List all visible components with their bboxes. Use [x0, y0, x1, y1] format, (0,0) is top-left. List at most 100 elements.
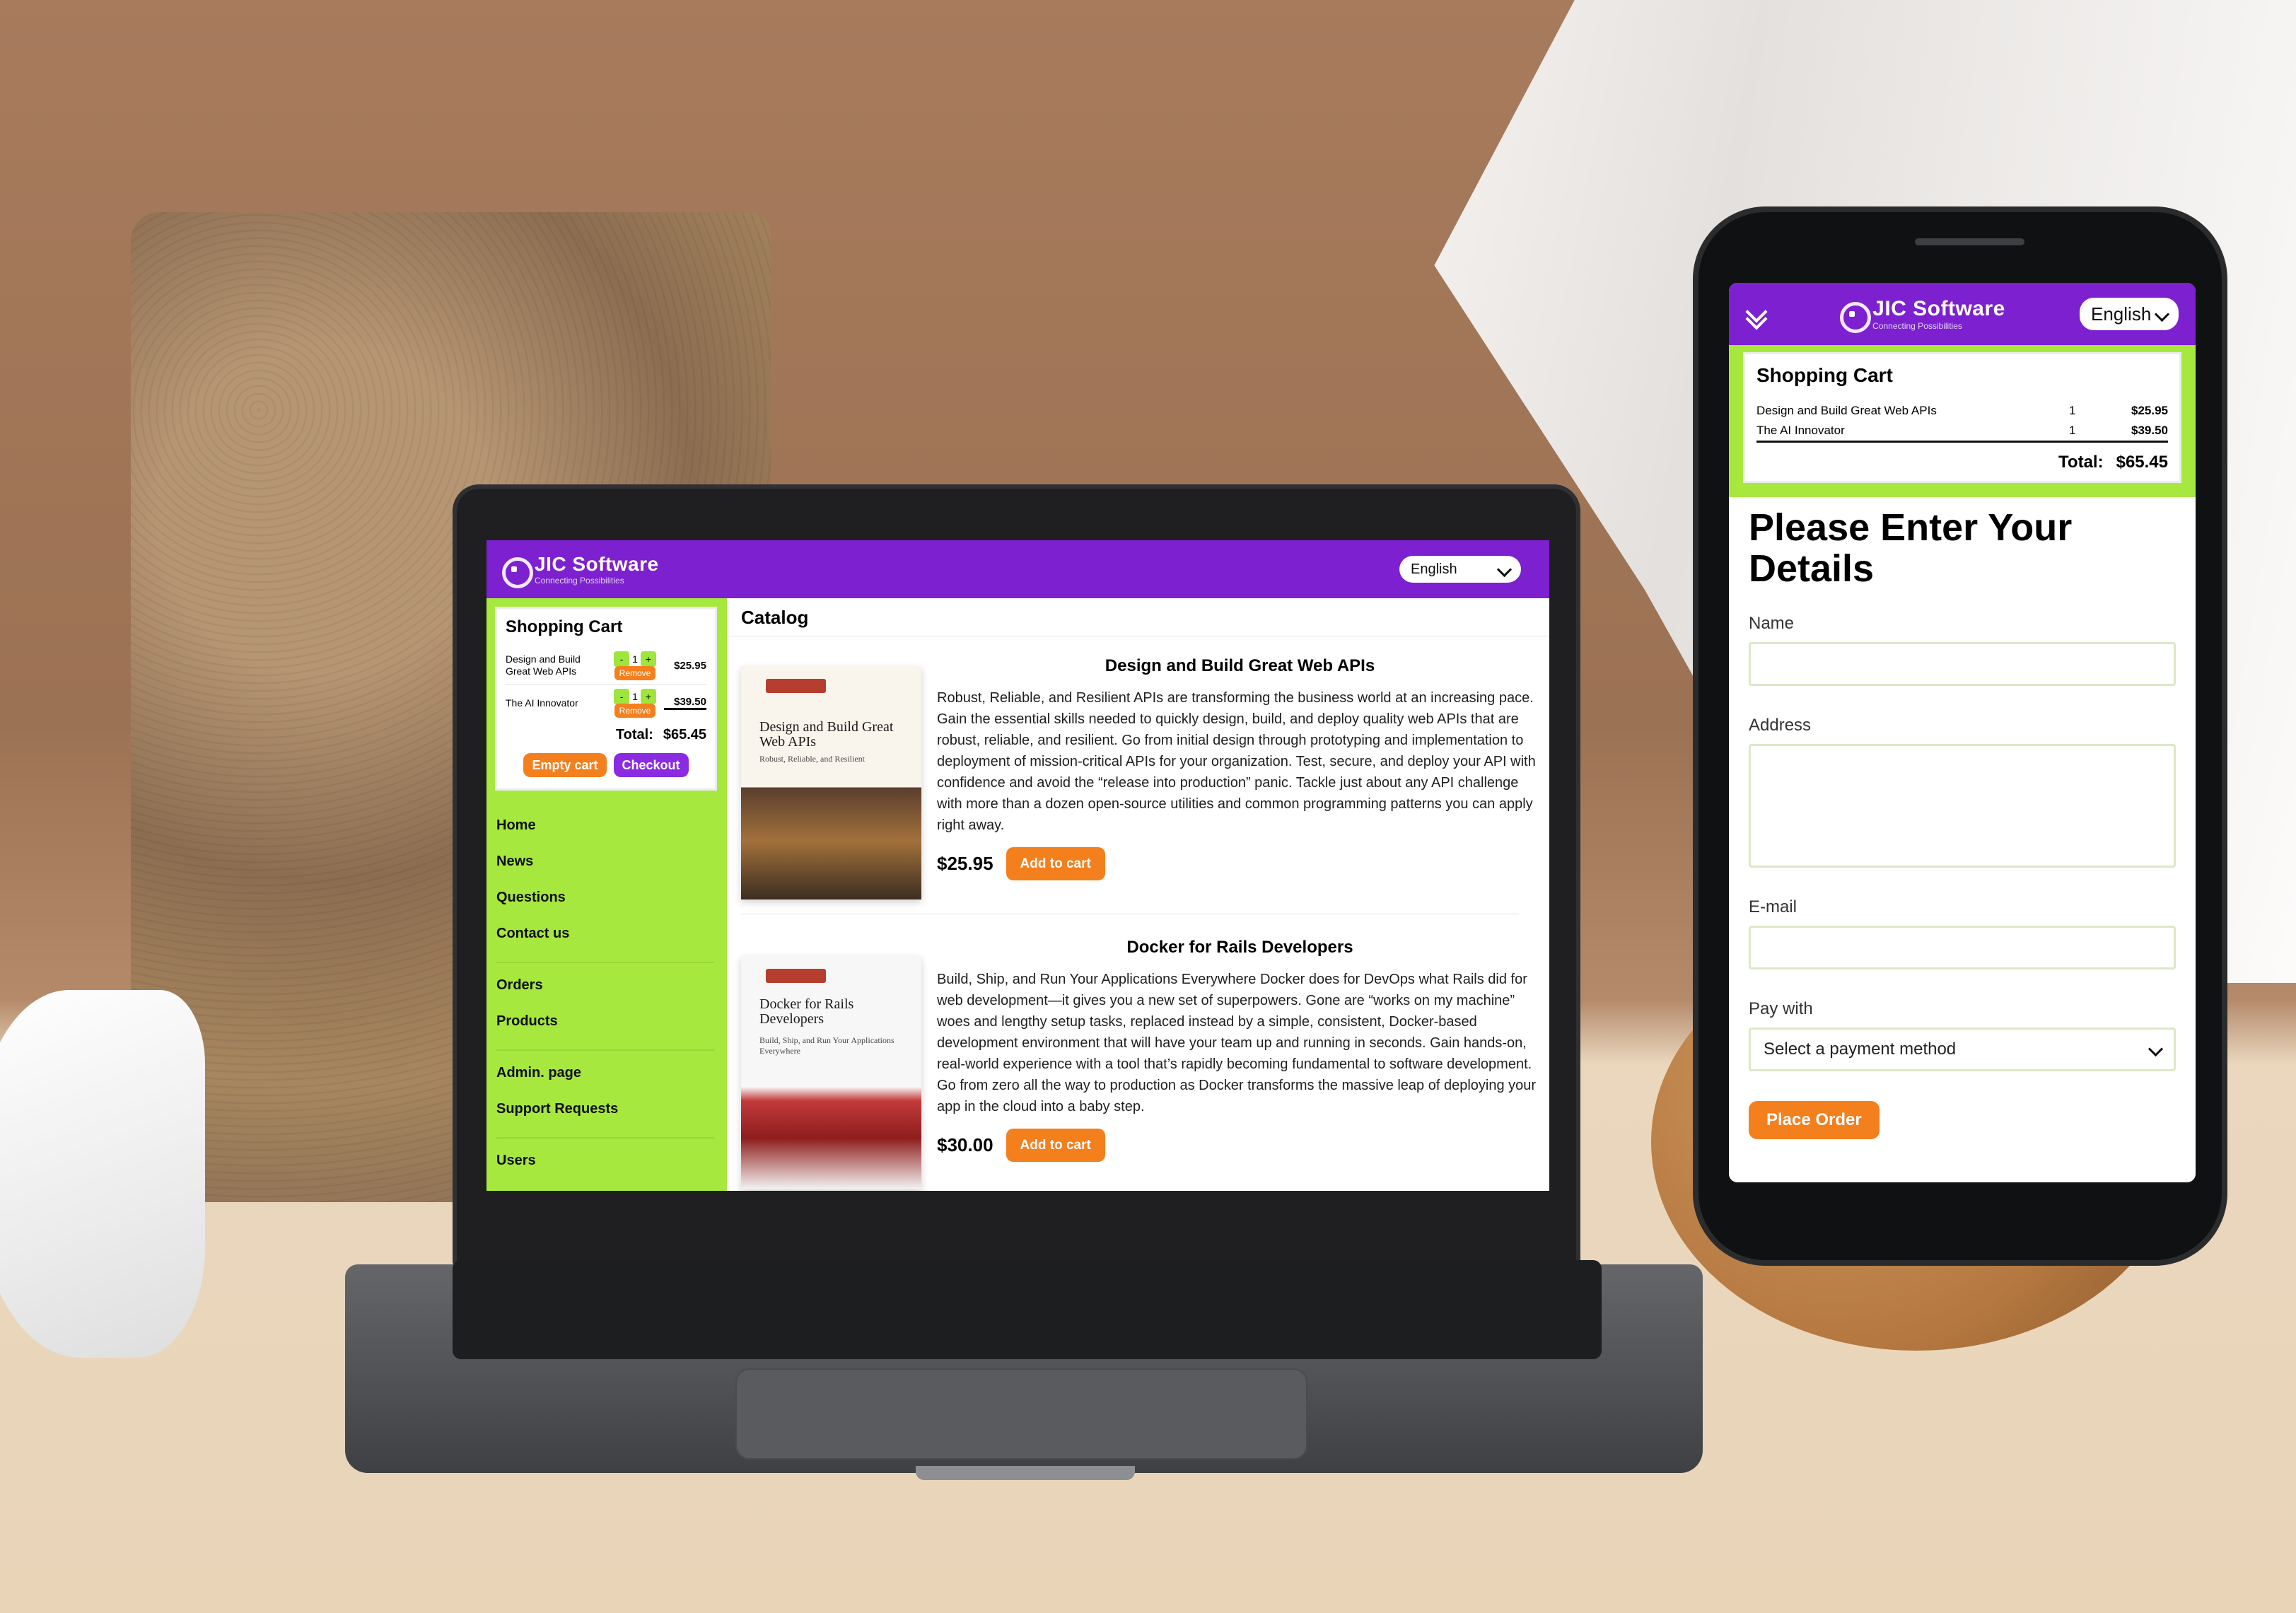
book-description: Build, Ship, and Run Your Applications E… [937, 972, 1537, 1114]
cart-quantity-controls: - 1 + Remove [608, 651, 662, 680]
sidebar-link-admin[interactable]: Admin. page [496, 1065, 727, 1081]
add-to-cart-button[interactable]: Add to cart [1006, 1129, 1105, 1162]
phone-screen: JIC Software Connecting Possibilities En… [1729, 283, 2196, 1182]
cart-item-price: $25.95 [674, 659, 706, 672]
phone-speaker [1915, 238, 2024, 245]
sidebar-link-news[interactable]: News [496, 854, 727, 870]
laptop-logo[interactable]: JIC Software Connecting Possibilities [502, 553, 659, 588]
cart-item-quantity: 1 [2069, 404, 2076, 417]
email-field[interactable] [1749, 925, 2176, 969]
checkout-title: Please Enter Your Details [1749, 506, 2073, 590]
laptop-web-app: JIC Software Connecting Possibilities En… [486, 540, 1549, 1191]
phone-topbar: JIC Software Connecting Possibilities En… [1729, 283, 2196, 345]
chevron-down-icon [2148, 1042, 2164, 1057]
sidebar-divider [496, 1049, 714, 1051]
chevron-down-icon [1496, 561, 1513, 577]
cart-title: Shopping Cart [506, 617, 623, 636]
shopping-cart: Shopping Cart Design and Build Great Web… [1743, 352, 2181, 483]
cart-item-quantity: 1 [632, 653, 638, 665]
laptop-screen: JIC Software Connecting Possibilities En… [486, 540, 1549, 1191]
cart-total-value: $65.45 [663, 727, 706, 743]
brand-tagline: Connecting Possibilities [535, 576, 624, 586]
decrease-quantity-button[interactable]: - [614, 689, 630, 704]
catalog-panel: Catalog Design and Build Great Web APIs … [727, 598, 1549, 1191]
cart-item-row: The AI Innovator - 1 + Remove $39.50 [506, 685, 706, 721]
increase-quantity-button[interactable]: + [640, 689, 656, 704]
sidebar-link-products[interactable]: Products [496, 1013, 727, 1030]
cart-total-label: Total: [615, 727, 653, 743]
cart-item-quantity: 1 [2069, 424, 2076, 437]
cart-item-price: $25.95 [2131, 404, 2168, 417]
sidebar-link-orders[interactable]: Orders [496, 977, 727, 994]
address-field[interactable] [1749, 743, 2176, 868]
sidebar-link-support[interactable]: Support Requests [496, 1101, 727, 1117]
name-label: Name [1749, 613, 1795, 633]
sidebar-divider [496, 962, 714, 963]
sidebar-link-contact[interactable]: Contact us [496, 926, 727, 942]
catalog-title: Catalog [727, 598, 1549, 636]
cart-item-price: $39.50 [2131, 424, 2168, 437]
cart-item-price: $39.50 [664, 696, 706, 710]
book-title: Docker for Rails Developers [1126, 938, 1353, 957]
decorative-cloth [0, 990, 205, 1358]
logo-icon [502, 557, 533, 588]
payment-label: Pay with [1749, 998, 1813, 1018]
checkout-button[interactable]: Checkout [613, 753, 689, 777]
cart-total: Total: $65.45 [506, 727, 706, 743]
book-purchase-row: $25.95 Add to cart [937, 847, 1543, 880]
book-description: Robust, Reliable, and Resilient APIs are… [937, 690, 1536, 833]
sidebar-navigation: Home News Questions Contact us Orders Pr… [496, 817, 727, 1189]
laptop-keyboard [453, 1260, 1602, 1359]
language-value: English [2091, 303, 2152, 325]
book-cover-subtitle: Robust, Reliable, and Resilient [759, 754, 865, 764]
place-order-button[interactable]: Place Order [1749, 1100, 1880, 1139]
logo-icon [1840, 302, 1872, 333]
book-price: $25.95 [937, 853, 993, 874]
cart-total: Total: $65.45 [1756, 453, 2168, 472]
email-label: E-mail [1749, 897, 1797, 916]
language-select[interactable]: English [1399, 556, 1521, 583]
decrease-quantity-button[interactable]: - [614, 651, 630, 667]
payment-placeholder: Select a payment method [1764, 1039, 1957, 1059]
menu-icon[interactable] [1745, 301, 1768, 330]
cart-item-quantity: 1 [632, 691, 638, 702]
cart-item-name: The AI Innovator [1756, 424, 1845, 437]
cart-item-row: Design and Build Great Web APIs - 1 + Re… [506, 647, 706, 685]
cart-quantity-controls: - 1 + Remove [608, 689, 662, 718]
publisher-badge [766, 969, 826, 983]
cart-item-name: Design and Build Great Web APIs [506, 653, 581, 677]
publisher-badge [766, 679, 826, 693]
product-mockup-scene: JIC Software Connecting Possibilities En… [0, 0, 2296, 1613]
sidebar-divider [496, 1137, 714, 1139]
cart-item-row: The AI Innovator 1 $39.50 [1756, 421, 2168, 443]
brand-tagline: Connecting Possibilities [1872, 321, 1962, 331]
book-cover-title: Docker for Rails Developers [759, 996, 854, 1027]
sidebar-link-home[interactable]: Home [496, 817, 727, 834]
book-purchase-row: $30.00 Add to cart [937, 1129, 1543, 1162]
shopping-cart: Shopping Cart Design and Build Great Web… [495, 607, 717, 791]
cart-title: Shopping Cart [1756, 364, 1893, 386]
name-field[interactable] [1749, 641, 2176, 686]
cart-item-name: Design and Build Great Web APIs [1756, 404, 1937, 417]
sidebar-link-questions[interactable]: Questions [496, 890, 727, 906]
laptop-hinge-notch [916, 1466, 1135, 1480]
book-cover-title: Design and Build Great Web APIs [759, 719, 894, 750]
empty-cart-button[interactable]: Empty cart [523, 753, 607, 777]
language-select[interactable]: English [2080, 298, 2179, 330]
brand-name: JIC Software [535, 553, 659, 575]
add-to-cart-button[interactable]: Add to cart [1006, 847, 1105, 880]
sidebar: Shopping Cart Design and Build Great Web… [486, 598, 727, 1191]
book-details: Design and Build Great Web APIs Robust, … [937, 635, 1543, 880]
increase-quantity-button[interactable]: + [640, 651, 656, 667]
cart-item-row: Design and Build Great Web APIs 1 $25.95 [1756, 401, 2168, 421]
cart-actions: Empty cart Checkout [506, 753, 706, 777]
book-price: $30.00 [937, 1134, 993, 1155]
sidebar-link-users[interactable]: Users [496, 1153, 727, 1169]
remove-item-button[interactable]: Remove [614, 704, 656, 718]
phone-logo[interactable]: JIC Software Connecting Possibilities [1840, 297, 2005, 333]
book-details: Docker for Rails Developers Build, Ship,… [937, 925, 1543, 1162]
book-cover: Docker for Rails Developers Build, Ship,… [741, 956, 921, 1189]
payment-method-select[interactable]: Select a payment method [1749, 1027, 2176, 1071]
cart-item-name: The AI Innovator [506, 697, 578, 709]
remove-item-button[interactable]: Remove [614, 666, 656, 680]
